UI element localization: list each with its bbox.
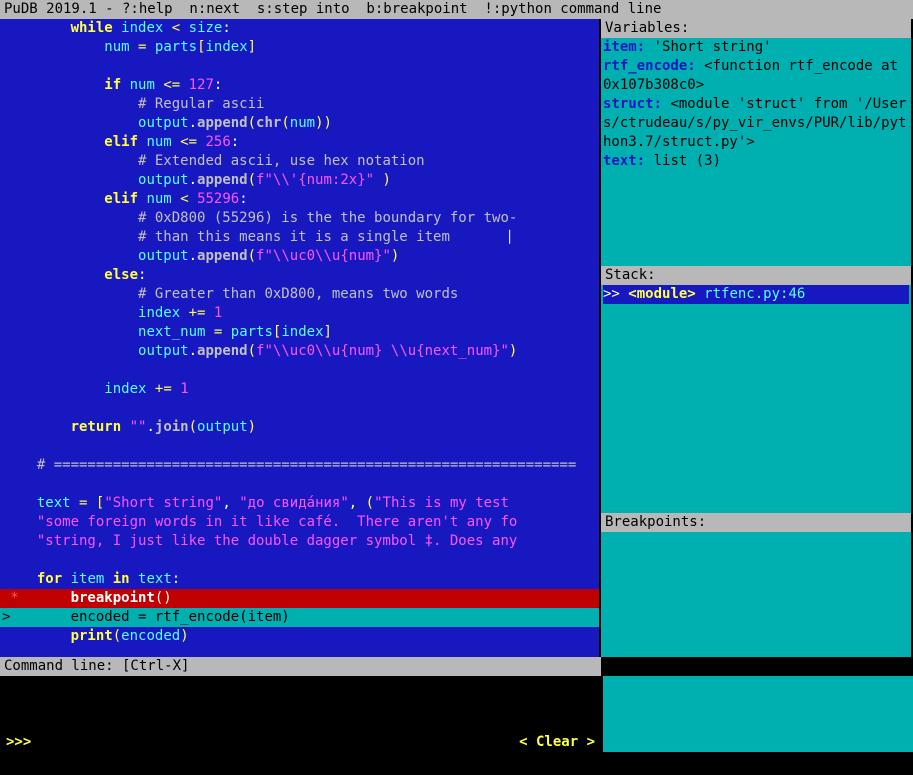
code-line[interactable]: output.append(f"\\'{num:2x}" ): [0, 171, 599, 190]
code-line[interactable]: if num <= 127:: [0, 76, 599, 95]
code-line[interactable]: * breakpoint(): [0, 589, 599, 608]
code-line[interactable]: elif num <= 256:: [0, 133, 599, 152]
code-line[interactable]: # Extended ascii, use hex notation: [0, 152, 599, 171]
code-line[interactable]: [0, 399, 599, 418]
clear-button[interactable]: < Clear >: [519, 733, 595, 752]
code-line[interactable]: index += 1: [0, 304, 599, 323]
code-line[interactable]: > encoded = rtf_encode(item): [0, 608, 599, 627]
code-line[interactable]: "string, I just like the double dagger s…: [0, 532, 599, 551]
source-pane[interactable]: while index < size: num = parts[index] i…: [0, 19, 601, 657]
breakpoints-header: Breakpoints:: [601, 513, 911, 532]
title-bar: PuDB 2019.1 - ?:help n:next s:step into …: [0, 0, 913, 19]
command-line-header: Command line: [Ctrl-X]: [0, 657, 601, 676]
code-line[interactable]: return "".join(output): [0, 418, 599, 437]
code-line[interactable]: output.append(f"\\uc0\\u{num} \\u{next_n…: [0, 342, 599, 361]
variables-panel[interactable]: Variables: item: 'Short string'rtf_encod…: [601, 19, 911, 266]
variable-entry[interactable]: rtf_encode: <function rtf_encode at 0x10…: [603, 57, 909, 95]
variable-entry[interactable]: item: 'Short string': [603, 38, 909, 57]
side-pane: Variables: item: 'Short string'rtf_encod…: [601, 19, 911, 657]
code-line[interactable]: else:: [0, 266, 599, 285]
main-area: while index < size: num = parts[index] i…: [0, 19, 913, 657]
stack-frame[interactable]: >> <module> rtfenc.py:46: [603, 285, 909, 304]
variable-entry[interactable]: struct: <module 'struct' from '/Users/ct…: [603, 95, 909, 152]
code-line[interactable]: text = ["Short string", "до свида́ния", …: [0, 494, 599, 513]
code-line[interactable]: while index < size:: [0, 19, 599, 38]
code-line[interactable]: output.append(chr(num)): [0, 114, 599, 133]
code-line[interactable]: print(encoded): [0, 627, 599, 646]
code-line[interactable]: [0, 57, 599, 76]
code-line[interactable]: index += 1: [0, 380, 599, 399]
code-line[interactable]: [0, 475, 599, 494]
code-line[interactable]: # Greater than 0xD800, means two words: [0, 285, 599, 304]
bottom-border: [0, 752, 913, 772]
code-line[interactable]: num = parts[index]: [0, 38, 599, 57]
command-side-fill: [601, 676, 913, 752]
code-line[interactable]: [0, 361, 599, 380]
code-line[interactable]: next_num = parts[index]: [0, 323, 599, 342]
breakpoints-panel[interactable]: Breakpoints:: [601, 513, 911, 657]
variable-entry[interactable]: text: list (3): [603, 152, 909, 171]
code-line[interactable]: # 0xD800 (55296) is the the boundary for…: [0, 209, 599, 228]
code-line[interactable]: [0, 551, 599, 570]
code-line[interactable]: # Regular ascii: [0, 95, 599, 114]
code-line[interactable]: output.append(f"\\uc0\\u{num}"): [0, 247, 599, 266]
code-line[interactable]: # than this means it is a single item ⎸: [0, 228, 599, 247]
variables-header: Variables:: [601, 19, 911, 38]
stack-panel[interactable]: Stack: >> <module> rtfenc.py:46: [601, 266, 911, 513]
command-line-pane[interactable]: >>> < Clear >: [0, 676, 601, 752]
code-line[interactable]: [0, 437, 599, 456]
code-line[interactable]: elif num < 55296:: [0, 190, 599, 209]
code-line[interactable]: # ======================================…: [0, 456, 599, 475]
code-line[interactable]: "some foreign words in it like café. The…: [0, 513, 599, 532]
code-line[interactable]: for item in text:: [0, 570, 599, 589]
prompt: >>>: [6, 733, 31, 752]
stack-header: Stack:: [601, 266, 911, 285]
